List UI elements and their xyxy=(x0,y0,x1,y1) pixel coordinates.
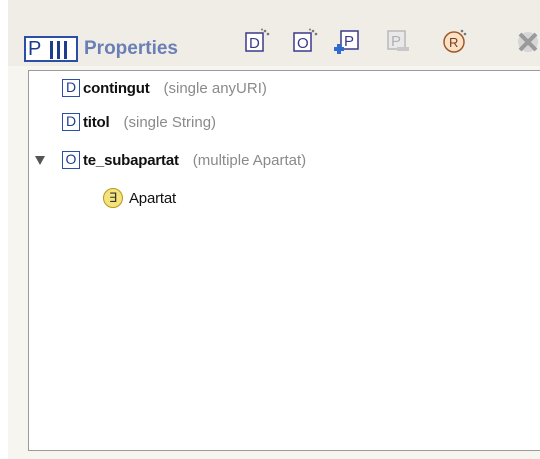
property-type: (single anyURI) xyxy=(163,79,267,97)
svg-text:D: D xyxy=(249,35,260,52)
badge-bars xyxy=(48,41,76,59)
object-property-icon: O xyxy=(62,151,80,169)
tree-row-titol[interactable]: D titol (single String) xyxy=(62,109,216,135)
panel-title: Properties xyxy=(84,38,178,59)
properties-panel: P Properties D O P P R D contingut (sing… xyxy=(8,0,540,459)
property-name: titol xyxy=(83,113,110,131)
property-type: (multiple Apartat) xyxy=(192,151,307,169)
badge-letter: P xyxy=(28,38,42,60)
create-datatype-property-icon[interactable]: D xyxy=(244,28,270,54)
panel-header: P Properties D O P P R xyxy=(8,0,540,66)
restriction-class-name: Apartat xyxy=(129,189,176,207)
datatype-property-icon: D xyxy=(62,113,80,131)
svg-text:O: O xyxy=(297,35,309,52)
property-name: te_subapartat xyxy=(83,151,179,169)
properties-tree[interactable]: D contingut (single anyURI) D titol (sin… xyxy=(28,70,540,451)
properties-badge-icon: P xyxy=(24,36,78,62)
svg-text:P: P xyxy=(344,33,354,50)
remove-property-icon[interactable]: P xyxy=(385,28,411,54)
create-object-property-icon[interactable]: O xyxy=(292,28,318,54)
tree-row-te-subapartat[interactable]: O te_subapartat (multiple Apartat) xyxy=(62,147,306,173)
add-property-icon[interactable]: P xyxy=(334,28,360,54)
create-restriction-icon[interactable]: R xyxy=(442,28,468,54)
property-name: contingut xyxy=(83,79,150,97)
expand-toggle-icon[interactable] xyxy=(35,156,45,165)
delete-icon[interactable] xyxy=(514,28,540,54)
svg-text:R: R xyxy=(449,35,458,50)
property-type: (single String) xyxy=(123,113,217,131)
tree-row-apartat[interactable]: ∃ Apartat xyxy=(103,185,176,211)
tree-row-contingut[interactable]: D contingut (single anyURI) xyxy=(62,75,267,101)
datatype-property-icon: D xyxy=(62,79,80,97)
exists-restriction-icon: ∃ xyxy=(103,188,123,208)
